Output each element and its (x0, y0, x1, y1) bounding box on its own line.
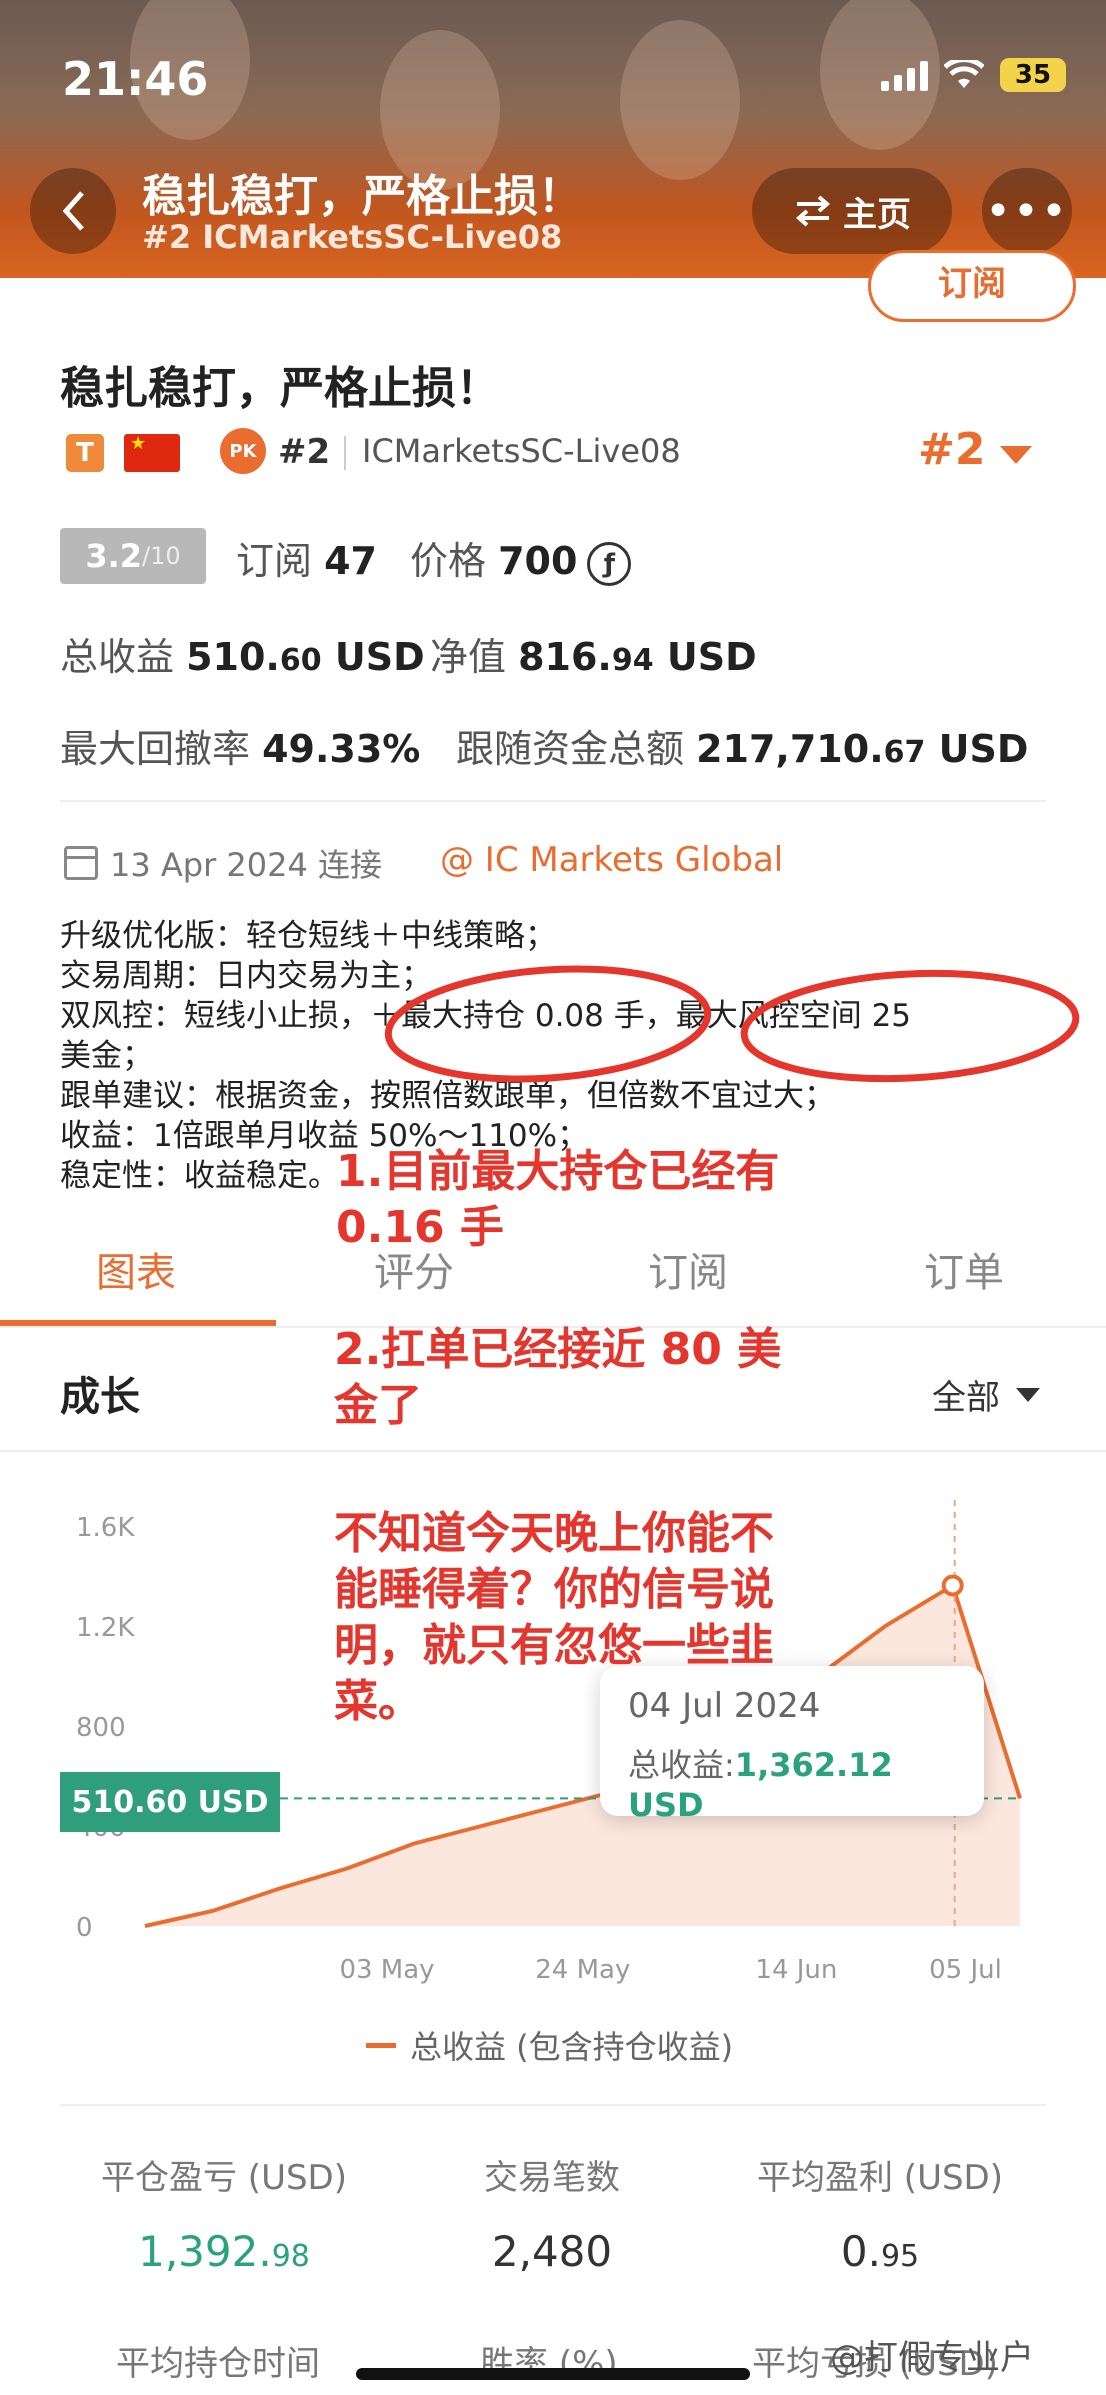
y-tick-label: 800 (76, 1713, 126, 1743)
range-selector-label: 全部 (932, 1378, 1000, 1418)
metric-value: 2,480 (392, 2227, 712, 2276)
home-indicator (356, 2368, 750, 2380)
metric-label: 平均盈利 (USD) (757, 2158, 1003, 2198)
tooltip-value-row: 总收益:1,362.12 USD (628, 1740, 956, 1824)
x-tick-label: 24 May (535, 1955, 630, 1985)
metric-value: 0.95 (720, 2227, 1040, 2276)
y-tick-label: 1.6K (76, 1513, 135, 1543)
caret-down-icon (1016, 1387, 1040, 1402)
metric-label-avg-hold: 平均持仓时间 (116, 2344, 320, 2384)
x-tick-label: 05 Jul (929, 1955, 1002, 1985)
metric-value-dec: 98 (271, 2239, 310, 2274)
page: 21:46 35 稳扎稳打，严格止损！ #2 ICMarketsSC-Live0… (0, 0, 1106, 2395)
legend-line-icon (366, 2042, 396, 2048)
metric-value: 1,392.98 (64, 2227, 384, 2276)
metric-value-int: 0. (840, 2227, 881, 2276)
metric-value-int: 1,392. (138, 2227, 272, 2276)
divider (60, 2104, 1046, 2106)
metric-label: 平仓盈亏 (USD) (101, 2158, 347, 2198)
highlight-point (941, 1574, 964, 1597)
y-tick-label: 1.2K (76, 1613, 135, 1643)
divider (0, 1450, 1106, 1452)
annotation-text: 不知道今天晚上你能不 能睡得着？你的信号说 明，就只有忽悠一些韭 菜。 (334, 1508, 774, 1727)
annotation-text: 2.扛单已经接近 80 美 金了 (334, 1324, 782, 1431)
annotation-circles (384, 965, 1080, 1083)
range-selector[interactable]: 全部 (932, 1370, 1040, 1419)
annotation-text: 1.目前最大持仓已经有 0.16 手 (336, 1146, 780, 1253)
tab-chart[interactable]: 图表 (96, 1240, 176, 1298)
x-tick-label: 14 Jun (755, 1955, 837, 1985)
watermark: @打假专业户 (830, 2338, 1034, 2378)
x-tick-label: 03 May (339, 1955, 434, 1985)
metric-closed-pnl: 平仓盈亏 (USD) 1,392.98 (64, 2150, 384, 2276)
metric-value-dec: 95 (880, 2239, 920, 2274)
metric-label: 交易笔数 (484, 2158, 620, 2198)
chart-legend: 总收益 (包含持仓收益) (366, 2022, 733, 2068)
legend-label: 总收益 (包含持仓收益) (410, 2028, 734, 2066)
tab-orders[interactable]: 订单 (924, 1240, 1004, 1298)
growth-title: 成长 (60, 1374, 140, 1420)
metric-trade-count: 交易笔数 2,480 (392, 2150, 712, 2276)
y-tick-label: 0 (76, 1913, 93, 1943)
metric-value-int: 2,480 (491, 2227, 613, 2276)
metric-avg-profit: 平均盈利 (USD) 0.95 (720, 2150, 1040, 2276)
current-value-badge: 510.60 USD (60, 1772, 280, 1832)
tooltip-label: 总收益: (628, 1746, 735, 1784)
